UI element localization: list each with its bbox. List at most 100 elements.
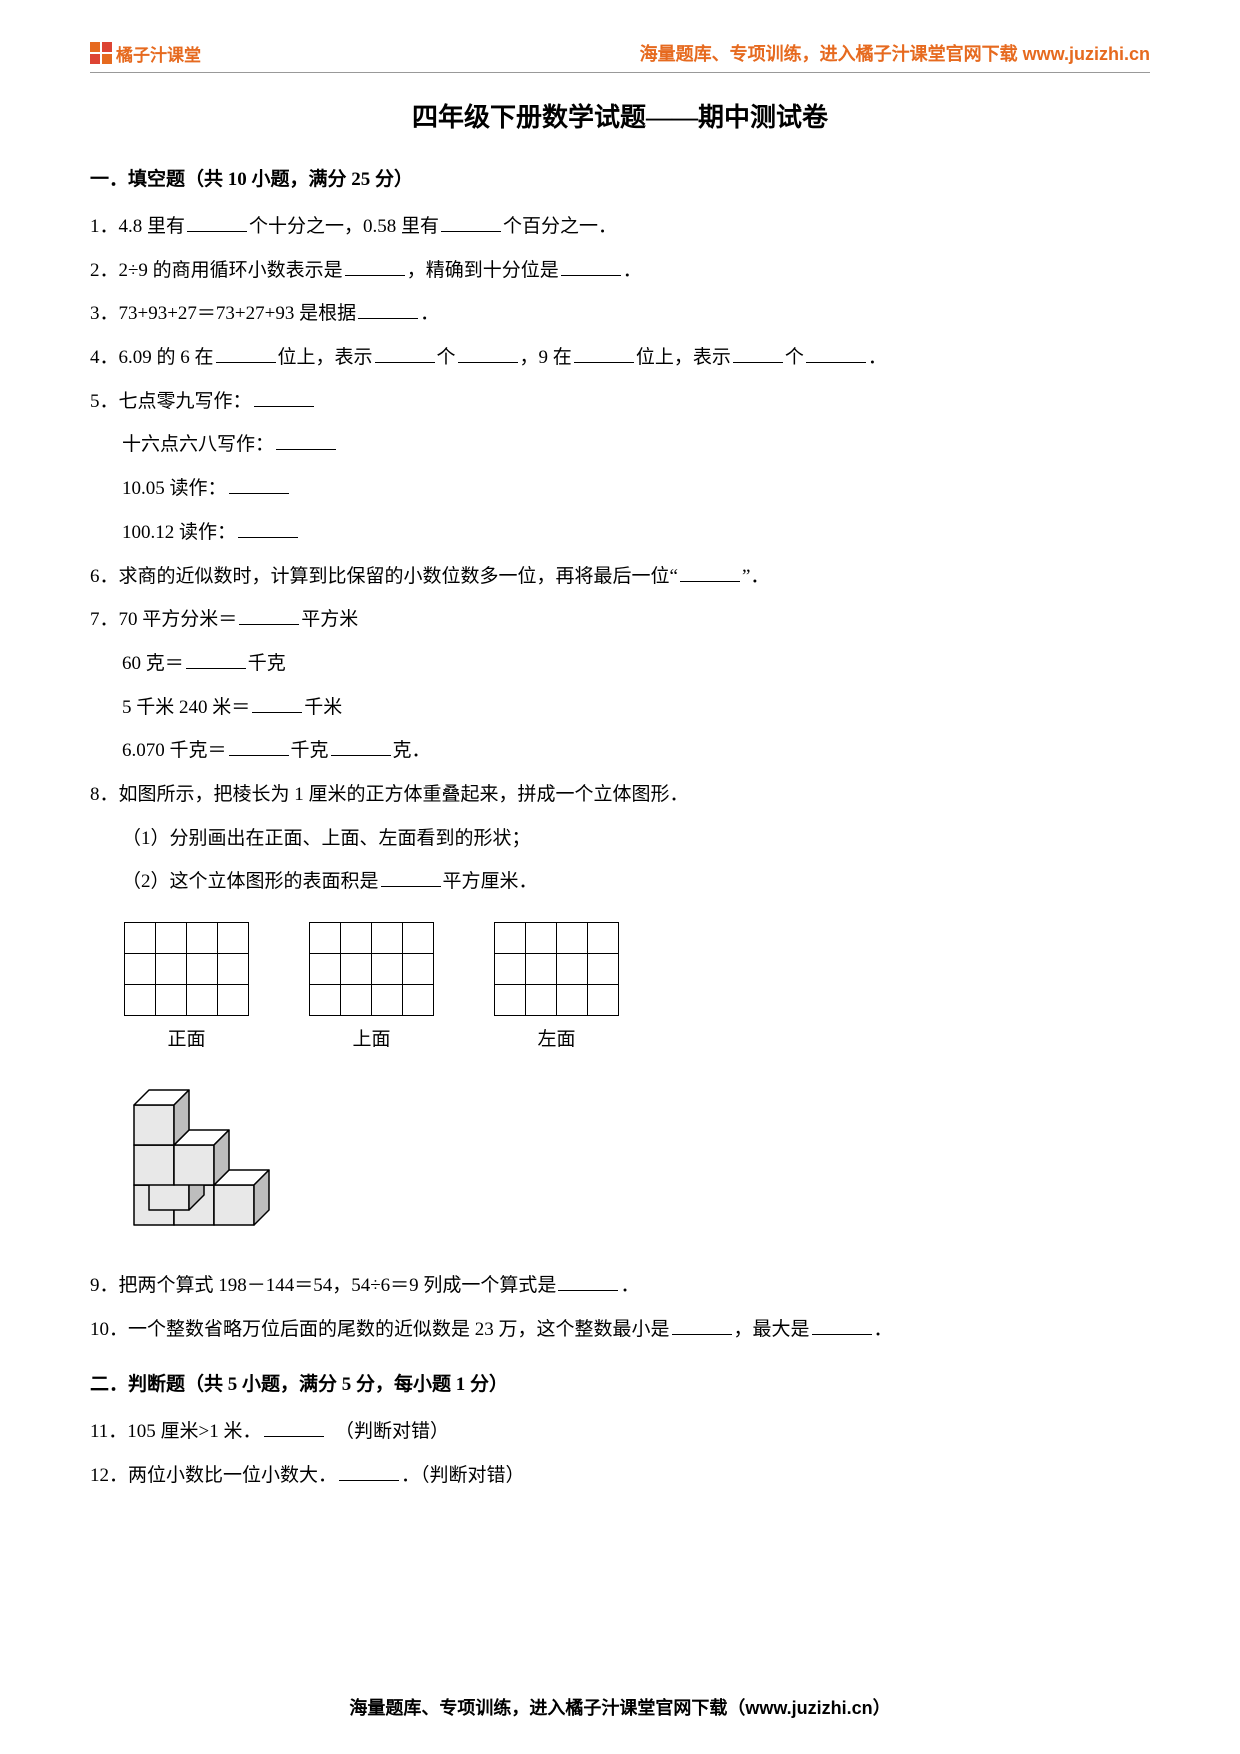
- fill-blank[interactable]: [574, 345, 634, 363]
- question-6: 6．求商的近似数时，计算到比保留的小数位数多一位，再将最后一位“ ”．: [90, 555, 1150, 599]
- question-8-line2: （1）分别画出在正面、上面、左面看到的形状；: [90, 817, 1150, 861]
- question-7-line1: 7．70 平方分米＝ 平方米: [90, 598, 1150, 642]
- q7-2a: 60 克＝: [122, 653, 184, 674]
- q4-text-a: 4．6.09 的 6 在: [90, 347, 214, 368]
- q11-text-b: （判断对错）: [335, 1421, 449, 1442]
- q4-text-g: ．: [868, 347, 887, 368]
- question-8-line3: （2）这个立体图形的表面积是 平方厘米．: [90, 860, 1150, 904]
- fill-blank[interactable]: [186, 651, 246, 669]
- q9-text-a: 9．把两个算式 198－144＝54，54÷6＝9 列成一个算式是: [90, 1275, 556, 1296]
- fill-blank[interactable]: [264, 1419, 324, 1437]
- question-5-line2: 十六点六八写作：: [90, 423, 1150, 467]
- q7-1b: 平方米: [301, 609, 358, 630]
- q9-text-b: ．: [620, 1275, 639, 1296]
- q5-2: 十六点六八写作：: [122, 434, 274, 455]
- fill-blank[interactable]: [733, 345, 783, 363]
- front-view-grid: 正面: [124, 922, 249, 1051]
- q10-text-b: ，最大是: [734, 1319, 810, 1340]
- question-5-line4: 100.12 读作：: [90, 511, 1150, 555]
- front-label: 正面: [124, 1024, 249, 1051]
- q5-4: 100.12 读作：: [122, 522, 236, 543]
- q7-4c: 克．: [393, 740, 431, 761]
- q4-text-c: 个: [437, 347, 456, 368]
- fill-blank[interactable]: [806, 345, 866, 363]
- fill-blank[interactable]: [254, 389, 314, 407]
- q4-text-b: 位上，表示: [278, 347, 373, 368]
- q7-4b: 千克: [291, 740, 329, 761]
- page-footer: 海量题库、专项训练，进入橘子汁课堂官网下载（www.juzizhi.cn）: [0, 1694, 1240, 1720]
- question-12: 12．两位小数比一位小数大．．（判断对错）: [90, 1454, 1150, 1498]
- fill-blank[interactable]: [238, 520, 298, 538]
- logo-icon: [90, 42, 112, 64]
- question-3: 3．73+93+27＝73+27+93 是根据 ．: [90, 292, 1150, 336]
- question-8-line1: 8．如图所示，把棱长为 1 厘米的正方体重叠起来，拼成一个立体图形．: [90, 773, 1150, 817]
- fill-blank[interactable]: [229, 476, 289, 494]
- fill-blank[interactable]: [441, 214, 501, 232]
- page-title: 四年级下册数学试题——期中测试卷: [90, 97, 1150, 134]
- fill-blank[interactable]: [345, 258, 405, 276]
- cube-stack-figure: [124, 1075, 1150, 1250]
- fill-blank[interactable]: [229, 738, 289, 756]
- q1-text-a: 1．4.8 里有: [90, 216, 185, 237]
- q12-text-b: ．（判断对错）: [401, 1465, 525, 1486]
- q4-text-d: ，9 在: [520, 347, 572, 368]
- q7-2b: 千克: [248, 653, 286, 674]
- brand-name: 橘子汁课堂: [116, 41, 201, 66]
- question-2: 2．2÷9 的商用循环小数表示是 ，精确到十分位是 ．: [90, 249, 1150, 293]
- q7-1a: 7．70 平方分米＝: [90, 609, 237, 630]
- fill-blank[interactable]: [239, 607, 299, 625]
- header-link-text: 海量题库、专项训练，进入橘子汁课堂官网下载 www.juzizhi.cn: [640, 40, 1150, 66]
- q1-text-c: 个百分之一．: [503, 216, 617, 237]
- q7-4a: 6.070 千克＝: [122, 740, 227, 761]
- fill-blank[interactable]: [812, 1317, 872, 1335]
- q6-text-b: ”．: [742, 566, 769, 587]
- question-1: 1．4.8 里有 个十分之一，0.58 里有 个百分之一．: [90, 205, 1150, 249]
- fill-blank[interactable]: [561, 258, 621, 276]
- q8-3a: （2）这个立体图形的表面积是: [122, 871, 379, 892]
- question-11: 11．105 厘米>1 米． （判断对错）: [90, 1410, 1150, 1454]
- fill-blank[interactable]: [358, 301, 418, 319]
- q11-text-a: 11．105 厘米>1 米．: [90, 1421, 262, 1442]
- view-grids-row: 正面 上面 左面: [124, 922, 1150, 1051]
- section-1-heading: 一．填空题（共 10 小题，满分 25 分）: [90, 164, 1150, 191]
- fill-blank[interactable]: [558, 1273, 618, 1291]
- fill-blank[interactable]: [276, 432, 336, 450]
- question-7-line2: 60 克＝ 千克: [90, 642, 1150, 686]
- brand-logo: 橘子汁课堂: [90, 41, 201, 66]
- top-view-grid: 上面: [309, 922, 434, 1051]
- fill-blank[interactable]: [339, 1463, 399, 1481]
- question-5-line3: 10.05 读作：: [90, 467, 1150, 511]
- fill-blank[interactable]: [216, 345, 276, 363]
- header-bar: 橘子汁课堂 海量题库、专项训练，进入橘子汁课堂官网下载 www.juzizhi.…: [90, 40, 1150, 73]
- question-9: 9．把两个算式 198－144＝54，54÷6＝9 列成一个算式是 ．: [90, 1264, 1150, 1308]
- q2-text-b: ，精确到十分位是: [407, 260, 559, 281]
- q5-1: 5．七点零九写作：: [90, 391, 252, 412]
- q2-text-a: 2．2÷9 的商用循环小数表示是: [90, 260, 343, 281]
- fill-blank[interactable]: [458, 345, 518, 363]
- fill-blank[interactable]: [187, 214, 247, 232]
- fill-blank[interactable]: [381, 869, 441, 887]
- q7-3a: 5 千米 240 米＝: [122, 697, 250, 718]
- question-5-line1: 5．七点零九写作：: [90, 380, 1150, 424]
- top-label: 上面: [309, 1024, 434, 1051]
- left-view-grid: 左面: [494, 922, 619, 1051]
- q3-text-a: 3．73+93+27＝73+27+93 是根据: [90, 303, 356, 324]
- fill-blank[interactable]: [331, 738, 391, 756]
- fill-blank[interactable]: [672, 1317, 732, 1335]
- q3-text-b: ．: [420, 303, 439, 324]
- q2-text-c: ．: [623, 260, 642, 281]
- section-2-heading: 二．判断题（共 5 小题，满分 5 分，每小题 1 分）: [90, 1369, 1150, 1396]
- q1-text-b: 个十分之一，0.58 里有: [249, 216, 439, 237]
- q10-text-c: ．: [874, 1319, 893, 1340]
- fill-blank[interactable]: [680, 563, 740, 581]
- fill-blank[interactable]: [252, 694, 302, 712]
- fill-blank[interactable]: [375, 345, 435, 363]
- q6-text-a: 6．求商的近似数时，计算到比保留的小数位数多一位，再将最后一位“: [90, 566, 678, 587]
- q7-3b: 千米: [304, 697, 342, 718]
- q4-text-e: 位上，表示: [636, 347, 731, 368]
- q8-3b: 平方厘米．: [443, 871, 538, 892]
- question-4: 4．6.09 的 6 在位上，表示个，9 在位上，表示个．: [90, 336, 1150, 380]
- question-10: 10．一个整数省略万位后面的尾数的近似数是 23 万，这个整数最小是，最大是．: [90, 1308, 1150, 1352]
- question-7-line3: 5 千米 240 米＝ 千米: [90, 686, 1150, 730]
- question-7-line4: 6.070 千克＝ 千克 克．: [90, 729, 1150, 773]
